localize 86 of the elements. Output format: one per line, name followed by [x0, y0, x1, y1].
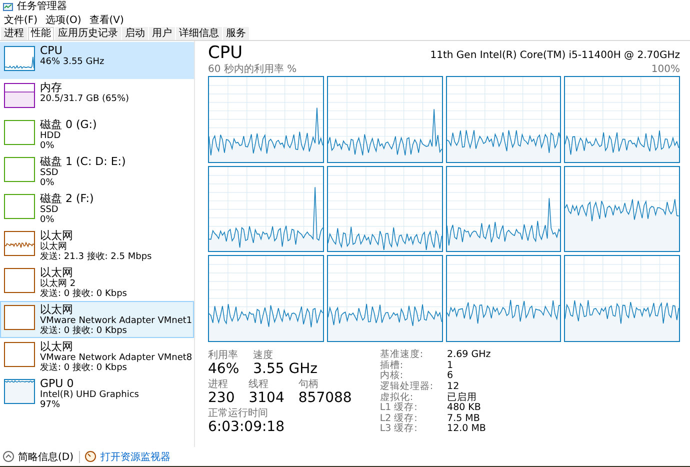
item-detail: HDD [40, 131, 62, 141]
item-detail: VMware Network Adapter VMnet8 [40, 353, 190, 363]
item-detail: Intel(R) UHD Graphics [40, 390, 139, 400]
sidebar-item[interactable]: 内存 20.5/31.7 GB (65%) [0, 79, 194, 116]
tab[interactable]: 启动 [122, 27, 148, 40]
spec-label: 内核: [380, 371, 404, 382]
spec-label: 逻辑处理器: [380, 382, 434, 392]
item-title: 磁盘 2 (F:) [40, 193, 94, 205]
graph-caption: 60 秒内的利用率 % [208, 64, 297, 75]
item-detail: 20.5/31.7 GB (65%) [40, 94, 130, 104]
sidebar-item[interactable]: 磁盘 2 (F:) SSD 0% [0, 190, 194, 227]
menu-item[interactable]: 选项(O) [42, 14, 86, 26]
item-detail: VMware Network Adapter VMnet1 [40, 316, 190, 326]
spec-label: L2 缓存: [380, 414, 418, 424]
item-detail: 发送: 0 接收: 0 Kbps [40, 289, 127, 299]
sidebar-item[interactable]: 磁盘 1 (C: D: E:) SSD 0% [0, 153, 194, 190]
stat-label: 速度 [253, 350, 274, 361]
spec-value: 1 [447, 360, 454, 371]
stat-value: 6:03:09:18 [208, 419, 285, 435]
stat-label: 正常运行时间 [208, 408, 269, 419]
resource-monitor-link[interactable]: 打开资源监视器 [100, 450, 171, 464]
item-detail: 发送: 0 接收: 0 Kbps [40, 326, 128, 336]
panel-title: CPU [208, 43, 243, 63]
task-manager-icon [3, 2, 13, 12]
chevron-up-icon [3, 451, 14, 462]
menu-item[interactable]: 查看(V) [85, 14, 128, 26]
spec-value: 12 [447, 382, 460, 392]
stat-label: 利用率 [208, 350, 239, 361]
item-detail: 97% [40, 400, 62, 410]
sidebar-item[interactable]: 以太网 VMware Network Adapter VMnet8 发送: 0 接收: 0 Kbps [0, 338, 194, 375]
item-title: 内存 [40, 82, 63, 94]
stat-value: 3104 [248, 390, 284, 406]
spec-label: 插槽: [380, 360, 404, 371]
tab[interactable]: 应用历史记录 [55, 27, 121, 40]
sidebar-item[interactable]: 磁盘 0 (G:) HDD 0% [0, 116, 194, 153]
spec-label: 基准速度: [380, 350, 424, 360]
tab[interactable]: 进程 [1, 27, 27, 40]
item-title: 以太网 [40, 304, 74, 316]
tab[interactable]: 性能 [28, 27, 54, 40]
item-title: 以太网 [40, 341, 74, 353]
item-title: 磁盘 1 (C: D: E:) [40, 156, 126, 168]
spec-value: 已启用 [447, 392, 478, 403]
stat-label: 句柄 [298, 379, 320, 390]
item-title: 以太网 [40, 267, 74, 279]
spec-value: 7.5 MB [447, 414, 481, 424]
item-detail: 0% [40, 178, 56, 188]
spec-value: 12.0 MB [447, 424, 487, 435]
item-detail: 0% [40, 215, 56, 225]
spec-label: L3 缓存: [380, 424, 418, 435]
sidebar-item[interactable]: CPU 46% 3.55 GHz [0, 42, 194, 79]
sidebar-item[interactable]: 以太网 VMware Network Adapter VMnet1 发送: 0 接收: 0 Kbps [0, 301, 194, 338]
spec-value: 480 KB [447, 403, 482, 414]
sidebar-item[interactable]: 以太网 以太网 2 发送: 0 接收: 0 Kbps [0, 264, 194, 301]
tab[interactable]: 详细信息 [176, 27, 222, 40]
item-detail: SSD [40, 205, 60, 215]
stat-value: 230 [208, 390, 235, 406]
tab[interactable]: 服务 [223, 27, 249, 40]
item-detail: 46% 3.55 GHz [40, 57, 104, 67]
sidebar-item[interactable]: GPU 0 Intel(R) UHD Graphics 97% [0, 375, 194, 412]
item-title: GPU 0 [40, 378, 75, 390]
item-detail: 以太网 2 [40, 279, 76, 289]
stat-value: 857088 [298, 390, 352, 406]
spec-label: L1 缓存: [380, 403, 418, 414]
item-title: CPU [40, 45, 64, 57]
spec-value: 2.69 GHz [447, 350, 491, 361]
menu-item[interactable]: 文件(F) [0, 14, 42, 26]
item-detail: 发送: 21.3 接收: 2.5 Mbps [40, 252, 152, 262]
stat-value: 3.55 GHz [253, 361, 318, 377]
window-title: 任务管理器 [17, 1, 67, 13]
tab[interactable]: 用户 [149, 27, 175, 40]
gauge-icon [84, 451, 96, 462]
item-detail: 0% [40, 141, 56, 151]
spec-label: 虚拟化: [380, 392, 414, 402]
item-detail: SSD [40, 168, 60, 178]
stat-label: 线程 [248, 379, 270, 390]
stat-label: 进程 [208, 379, 229, 390]
item-title: 以太网 [40, 230, 74, 242]
sidebar-item[interactable]: 以太网 以太网 发送: 21.3 接收: 2.5 Mbps [0, 227, 194, 264]
spec-value: 6 [447, 371, 454, 382]
processor-model: 11th Gen Intel(R) Core(TM) i5-11400H @ 2.70GHz [430, 49, 680, 63]
stat-value: 46% [208, 361, 240, 377]
collapse-button[interactable]: 简略信息(D) [3, 450, 74, 464]
graph-max-label: 100% [651, 64, 680, 75]
item-detail: 发送: 0 接收: 0 Kbps [40, 363, 128, 373]
item-title: 磁盘 0 (G:) [40, 119, 97, 131]
item-detail: 以太网 [40, 242, 68, 252]
